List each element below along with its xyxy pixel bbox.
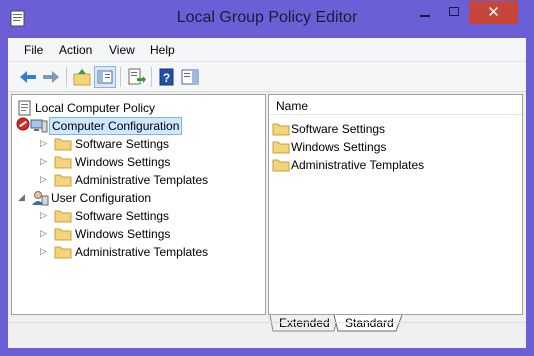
list-item-label: Software Settings	[291, 122, 386, 136]
close-button[interactable]: ✕	[469, 1, 518, 24]
tree-item-administrative-templates[interactable]: ▷ Administrative Templates	[16, 171, 256, 189]
console-tree-icon	[97, 70, 113, 84]
help-icon[interactable]: ?	[156, 66, 178, 88]
toolbar-separator	[66, 67, 67, 87]
client-area: File Action View Help ? Local Computer P…	[8, 38, 526, 348]
console-tree[interactable]: Local Computer Policy Computer Configura…	[11, 94, 266, 315]
folder-icon	[272, 123, 290, 136]
menu-action[interactable]: Action	[59, 43, 92, 57]
menu-bar: File Action View Help	[8, 38, 526, 62]
minimize-button[interactable]	[411, 1, 439, 24]
window: Local Group Policy Editor ✕ File Action …	[0, 0, 534, 356]
toolbar-separator	[120, 67, 121, 87]
forward-icon[interactable]	[40, 66, 62, 88]
maximize-button[interactable]	[440, 1, 468, 24]
column-header-name[interactable]: Name	[269, 95, 522, 115]
computer-icon	[30, 119, 48, 133]
tree-item-windows-settings[interactable]: ▷ Windows Settings	[16, 153, 256, 171]
toolbar: ?	[8, 62, 526, 92]
tree-item-software-settings[interactable]: ▷ Software Settings	[16, 135, 256, 153]
folder-icon	[54, 174, 72, 187]
show-hide-tree-button[interactable]	[94, 66, 116, 88]
expand-icon[interactable]: ▷	[40, 210, 47, 221]
minimize-icon	[420, 15, 430, 17]
tree-item-label: Software Settings	[75, 137, 170, 151]
policy-document-icon	[18, 100, 31, 116]
tree-item-label: Local Computer Policy	[35, 101, 156, 115]
svg-text:?: ?	[163, 71, 170, 85]
tree-item-label: Windows Settings	[75, 155, 171, 169]
folder-icon	[54, 228, 72, 241]
folder-icon	[54, 246, 72, 259]
menu-view[interactable]: View	[109, 43, 135, 57]
column-header-label: Name	[276, 99, 309, 113]
show-action-pane-icon[interactable]	[179, 66, 201, 88]
list-item-software-settings[interactable]: Software Settings	[272, 120, 512, 138]
folder-icon	[272, 159, 290, 172]
status-bar	[8, 322, 526, 348]
no-entry-icon	[16, 117, 30, 131]
expand-icon[interactable]: ▷	[40, 156, 47, 167]
tree-item-user-configuration[interactable]: ◢ User Configuration	[16, 189, 256, 207]
up-folder-icon[interactable]	[71, 66, 93, 88]
menu-help[interactable]: Help	[150, 43, 175, 57]
close-icon: ✕	[487, 4, 500, 21]
expand-icon[interactable]: ▷	[40, 228, 47, 239]
menu-file[interactable]: File	[24, 43, 43, 57]
expand-icon[interactable]: ▷	[40, 246, 47, 257]
maximize-icon	[449, 7, 459, 16]
tree-item-label: Administrative Templates	[75, 173, 209, 187]
tree-item-computer-configuration[interactable]: Computer Configuration	[16, 117, 256, 135]
back-icon[interactable]	[17, 66, 39, 88]
title-bar[interactable]: Local Group Policy Editor ✕	[0, 0, 534, 37]
tree-item-label: Administrative Templates	[75, 245, 209, 259]
tree-item-label: Computer Configuration	[49, 117, 183, 135]
folder-icon	[54, 138, 72, 151]
folder-icon	[272, 141, 290, 154]
list-item-windows-settings[interactable]: Windows Settings	[272, 138, 512, 156]
list-item-label: Administrative Templates	[291, 158, 425, 172]
tree-item-software-settings[interactable]: ▷ Software Settings	[16, 207, 256, 225]
tree-item-label: Software Settings	[75, 209, 170, 223]
export-list-icon[interactable]	[125, 66, 147, 88]
tree-item-administrative-templates[interactable]: ▷ Administrative Templates	[16, 243, 256, 261]
tree-item-windows-settings[interactable]: ▷ Windows Settings	[16, 225, 256, 243]
collapse-icon[interactable]: ◢	[18, 192, 25, 203]
expand-icon[interactable]: ▷	[40, 138, 47, 149]
expand-icon[interactable]: ▷	[40, 174, 47, 185]
list-item-administrative-templates[interactable]: Administrative Templates	[272, 156, 512, 174]
status-bar-divider	[8, 322, 526, 323]
list-item-label: Windows Settings	[291, 140, 387, 154]
details-pane[interactable]: Name Software Settings Windows Settings …	[268, 94, 523, 315]
tree-item-local-computer-policy[interactable]: Local Computer Policy	[16, 99, 256, 117]
toolbar-separator	[151, 67, 152, 87]
folder-icon	[54, 156, 72, 169]
tree-item-label: User Configuration	[51, 191, 152, 205]
user-icon	[32, 191, 49, 206]
folder-icon	[54, 210, 72, 223]
tree-item-label: Windows Settings	[75, 227, 171, 241]
